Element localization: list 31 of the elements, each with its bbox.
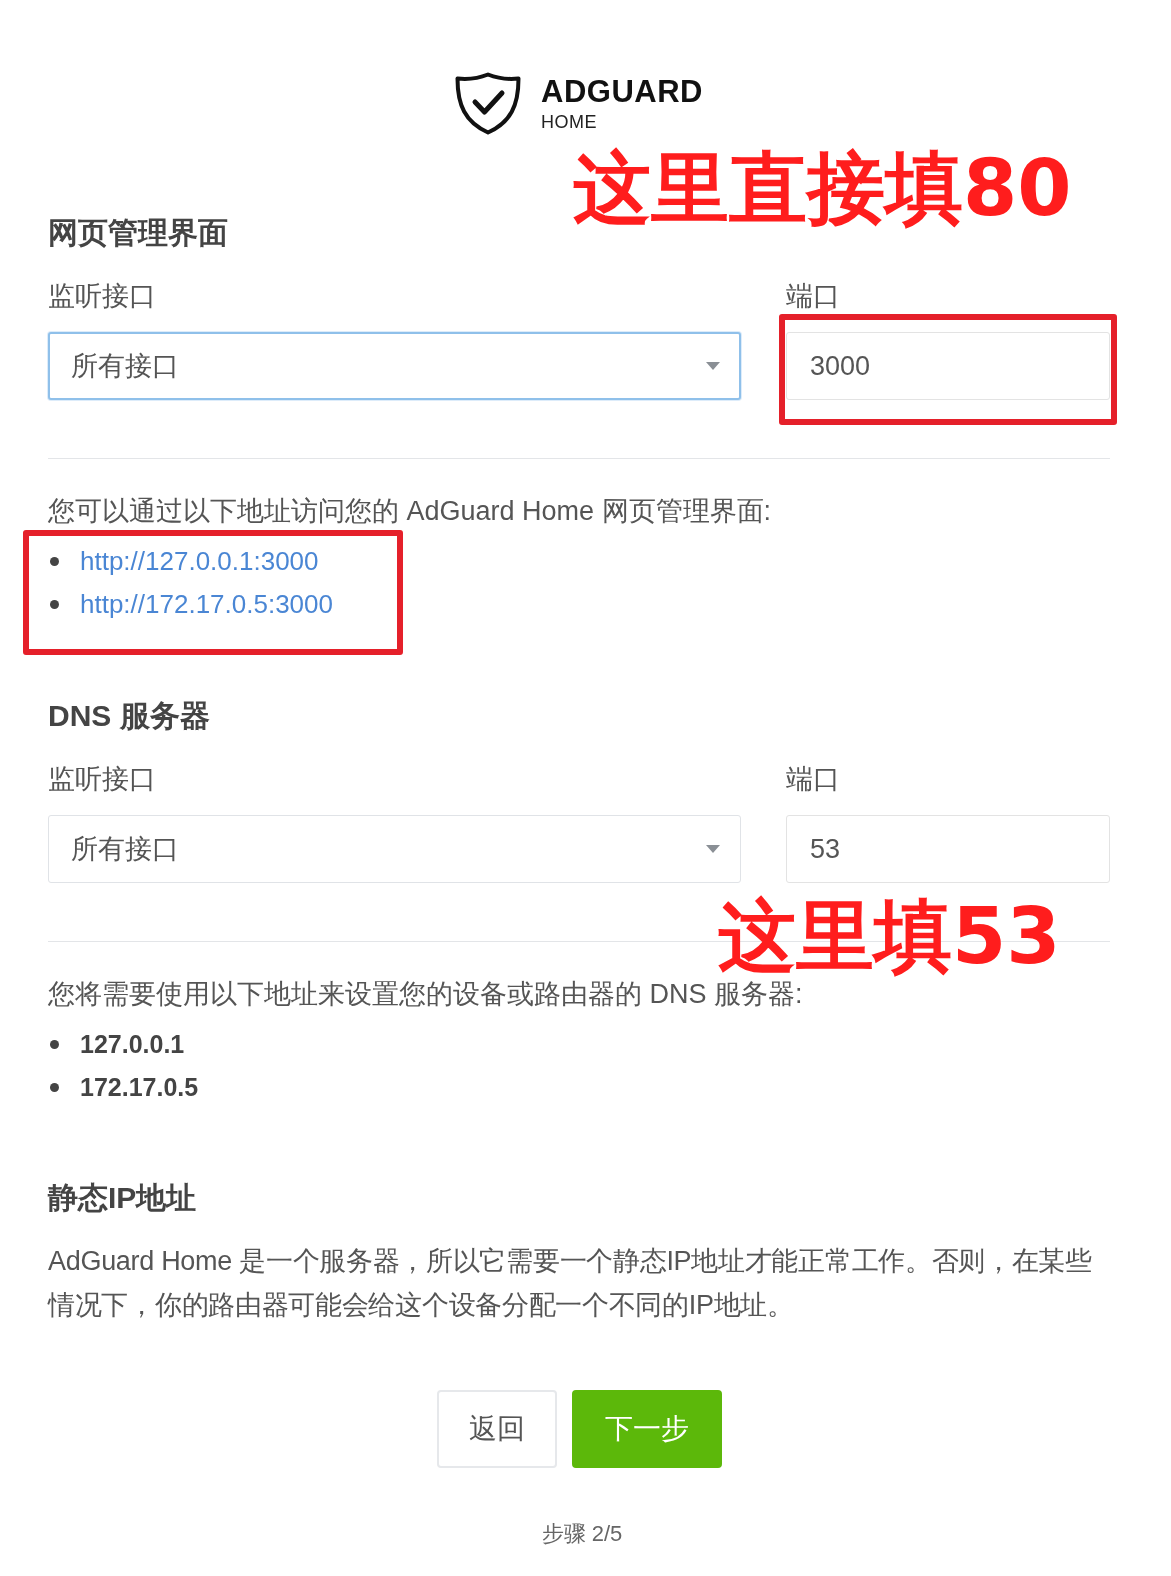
note-text: 您可以通过以下地址访问您的 AdGuard Home 网页管理界面:	[48, 495, 773, 528]
address-text: 172.17.0.5	[80, 1073, 199, 1102]
bullet-dot-icon	[50, 1083, 59, 1092]
caret-icon	[706, 362, 720, 370]
interface-dropdown[interactable]: 所有接口	[48, 332, 741, 400]
info-paragraph: AdGuard Home 是一个服务器，所以它需要一个静态IP地址才能正常工作。否则，在某些情况下，你的路由器可能会给这个设备分配一个不同的IP地址。	[48, 1245, 1093, 1322]
section-heading: 网页管理界面	[48, 215, 229, 251]
field-label: 监听接口	[48, 763, 156, 796]
section-heading: 静态IP地址	[48, 1180, 198, 1216]
bullet-dot-icon	[50, 600, 59, 609]
annotation-text: 这里直接填80	[573, 149, 1072, 227]
address-link[interactable]: http://127.0.0.1:3000	[80, 546, 319, 577]
address-text: 127.0.0.1	[80, 1030, 185, 1059]
field-label: 端口	[786, 763, 840, 796]
note-text: 您将需要使用以下地址来设置您的设备或路由器的 DNS 服务器:	[48, 978, 804, 1011]
logo-title: ADGUARD	[541, 74, 703, 109]
field-label: 端口	[786, 280, 840, 313]
interface-dropdown[interactable]: 所有接口	[48, 815, 741, 883]
logo-subtitle: HOME	[541, 110, 599, 133]
shield-check-icon	[455, 72, 522, 135]
bullet-dot-icon	[50, 557, 59, 566]
step-indicator: 步骤 2/5	[541, 1520, 623, 1548]
port-input[interactable]: 3000	[786, 332, 1110, 400]
annotation-text: 这里填53	[718, 897, 1061, 975]
port-input[interactable]: 53	[786, 815, 1110, 883]
address-link[interactable]: http://172.17.0.5:3000	[80, 589, 333, 620]
caret-icon	[706, 845, 720, 853]
bullet-dot-icon	[50, 1040, 59, 1049]
back-button[interactable]: 返回	[436, 1390, 557, 1468]
section-heading: DNS 服务器	[48, 698, 211, 734]
field-label: 监听接口	[48, 280, 156, 313]
